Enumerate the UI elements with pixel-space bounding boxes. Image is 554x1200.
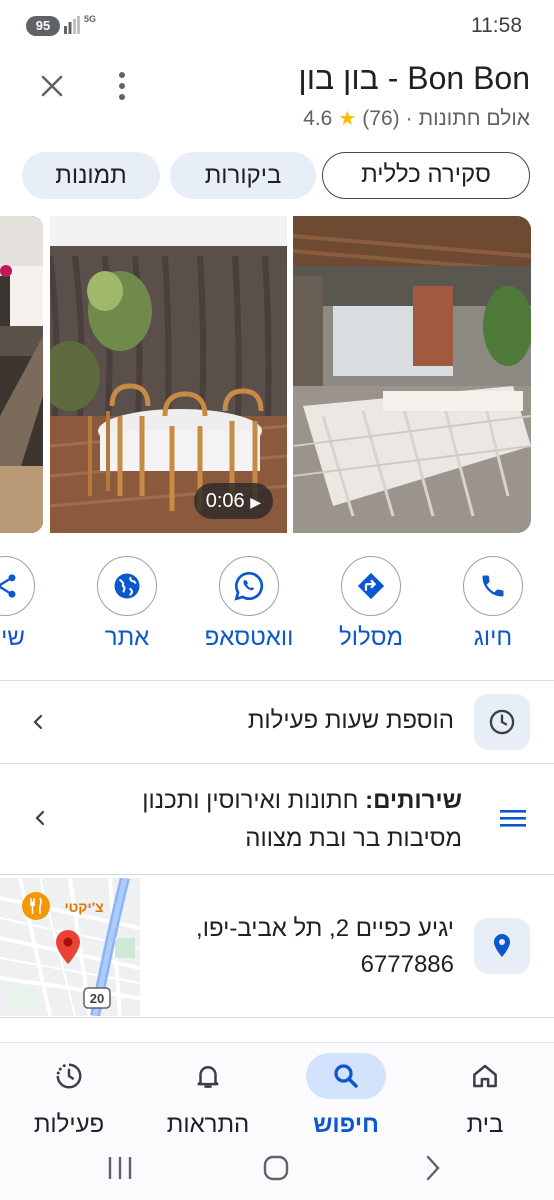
services-heading: שירותים: — [365, 787, 462, 814]
nav-activity[interactable]: פעילות — [14, 1053, 124, 1139]
map-preview[interactable]: 20 צ'יקטי — [0, 878, 140, 1016]
play-icon: ▶ — [250, 494, 261, 510]
video-duration: 0:06 — [205, 490, 245, 512]
place-title: Bon Bon - בון בון — [298, 60, 530, 96]
whatsapp-button[interactable]: וואטסאפ — [189, 556, 309, 652]
tab-reviews[interactable]: ביקורות — [170, 152, 316, 199]
route-number-label: 20 — [90, 991, 104, 1006]
nav-activity-label: פעילות — [33, 1111, 105, 1138]
photo-thumbnail[interactable] — [0, 216, 43, 533]
location-pin-icon — [494, 934, 510, 957]
address-line-2: 6777886 — [360, 951, 454, 978]
nav-notifications-label: התראות — [166, 1111, 250, 1138]
globe-icon — [114, 573, 140, 599]
services-text-1: חתונות ואירוסין ותכנון — [142, 787, 359, 814]
share-label: שית — [0, 624, 25, 651]
nav-search[interactable]: חיפוש — [291, 1053, 401, 1139]
services-line-1: שירותים: חתונות ואירוסין ותכנון — [142, 782, 462, 820]
photo-thumbnail[interactable] — [293, 216, 531, 533]
call-button[interactable]: חיוג — [433, 556, 553, 652]
separator-dot: · — [405, 106, 413, 130]
signal-icon — [64, 16, 80, 34]
home-system-icon[interactable] — [256, 1151, 296, 1185]
address-line-1: יגיע כפיים 2, תל אביב-יפו, — [196, 915, 454, 942]
home-icon — [473, 1064, 497, 1088]
tab-photos[interactable]: תמונות — [22, 152, 160, 199]
review-count[interactable]: (76) — [362, 107, 399, 131]
network-type: 5G — [84, 14, 97, 24]
recent-apps-icon[interactable] — [100, 1151, 140, 1185]
whatsapp-label: וואטסאפ — [204, 624, 294, 651]
rating-value: 4.6 — [303, 106, 333, 130]
share-icon — [0, 574, 16, 598]
nav-search-label: חיפוש — [313, 1111, 379, 1138]
website-button[interactable]: אתר — [67, 556, 187, 652]
phone-icon — [482, 575, 504, 597]
divider — [0, 874, 554, 875]
directions-label: מסלול — [339, 624, 403, 651]
more-options-icon[interactable] — [112, 68, 132, 104]
bottom-navigation: בית חיפוש התראות פעילות — [0, 1042, 554, 1200]
list-icon — [500, 810, 526, 827]
bell-icon — [197, 1066, 219, 1088]
activity-icon — [56, 1063, 82, 1089]
chevron-left-icon — [33, 714, 43, 730]
clock-icon — [489, 709, 515, 735]
battery-indicator: 95 — [26, 16, 60, 36]
video-duration-badge: 0:06 ▶ — [193, 483, 273, 519]
nav-home[interactable]: בית — [430, 1053, 540, 1139]
chevron-left-icon — [35, 810, 45, 826]
back-icon[interactable] — [412, 1151, 452, 1185]
search-icon — [334, 1064, 358, 1088]
directions-icon — [357, 572, 385, 600]
place-subtitle: אולם חתונות · (76) ★ 4.6 — [303, 106, 530, 131]
services-text-2: מסיבות בר ובת מצווה — [245, 825, 462, 852]
share-button[interactable]: שית — [0, 556, 65, 652]
status-bar: 95 5G 11:58 — [0, 0, 554, 50]
tab-overview[interactable]: סקירה כללית — [322, 152, 530, 199]
website-label: אתר — [104, 624, 150, 651]
map-place-label: צ'יקטי — [64, 899, 103, 915]
hours-label: הוספת שעות פעילות — [247, 707, 454, 734]
close-icon[interactable] — [36, 70, 68, 102]
nav-notifications[interactable]: התראות — [153, 1053, 263, 1139]
directions-button[interactable]: מסלול — [311, 556, 431, 652]
divider — [0, 680, 554, 681]
video-thumbnail[interactable]: 0:06 ▶ — [50, 216, 287, 533]
clock: 11:58 — [471, 14, 522, 37]
divider — [0, 763, 554, 764]
whatsapp-icon — [234, 571, 264, 601]
category-label: אולם חתונות — [418, 106, 530, 130]
star-icon: ★ — [338, 108, 357, 130]
divider — [0, 1017, 554, 1018]
call-label: חיוג — [473, 624, 513, 651]
nav-home-label: בית — [466, 1111, 504, 1138]
